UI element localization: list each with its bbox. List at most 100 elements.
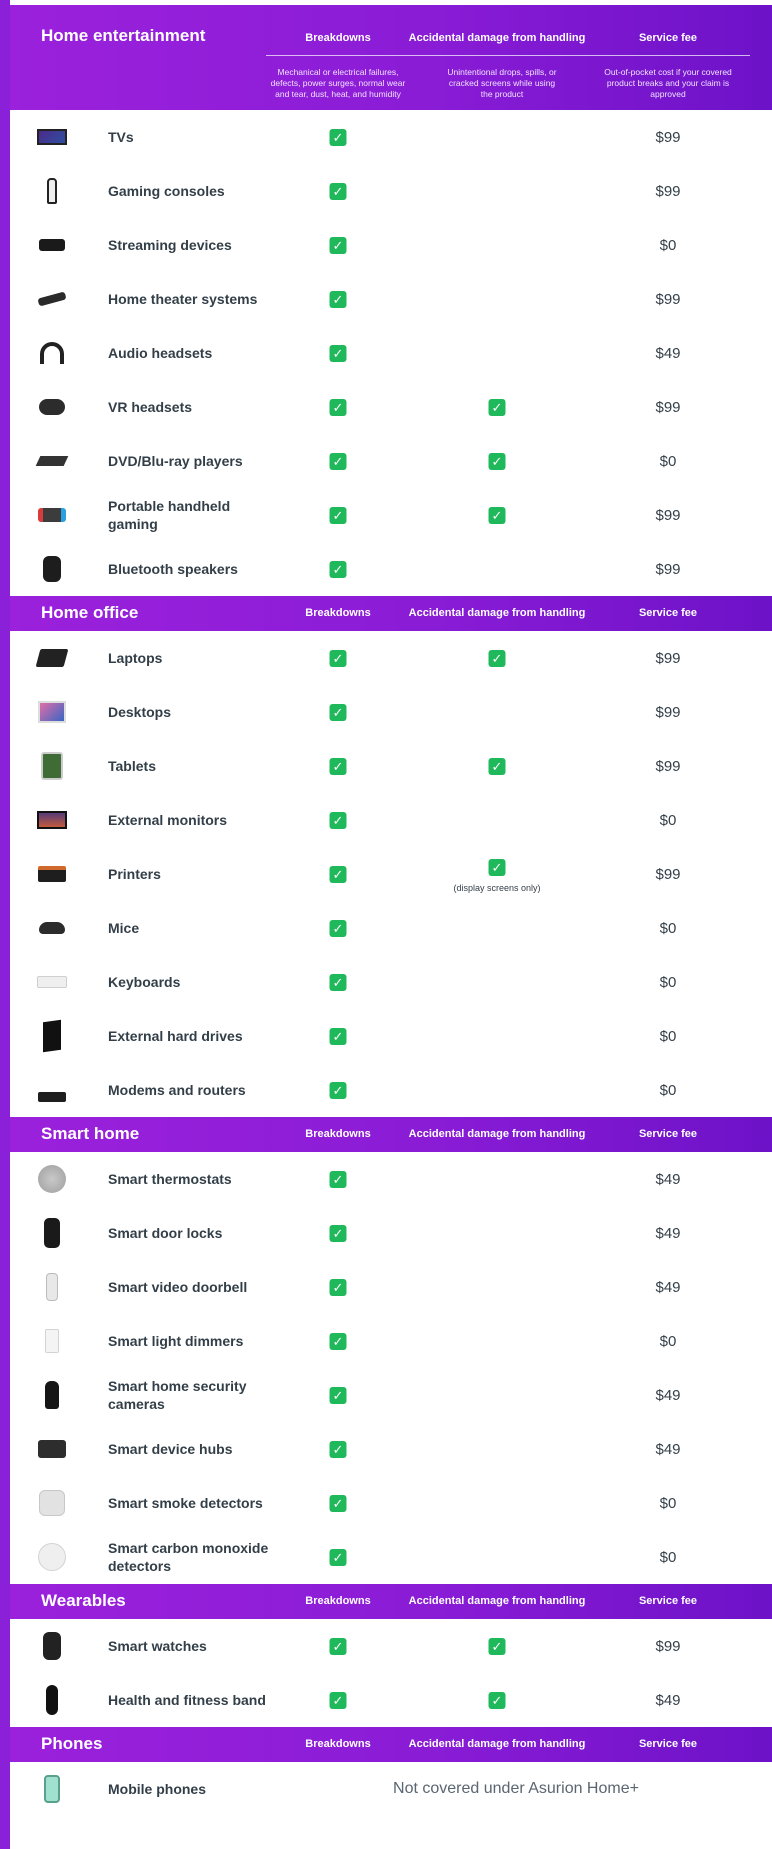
- table-row: Portable handheld gaming ✓ ✓ $99: [10, 488, 772, 542]
- service-fee: $0: [659, 919, 677, 937]
- service-fee: $49: [655, 1691, 681, 1709]
- service-fee: $99: [655, 649, 681, 667]
- table-row: Desktops ✓ $99: [10, 685, 772, 739]
- smart-hub-icon: [37, 1434, 67, 1464]
- table-row: Gaming consoles ✓ $99: [10, 164, 772, 218]
- table-row: Modems and routers ✓ $0: [10, 1063, 772, 1117]
- checkmark-icon: ✓: [329, 1171, 347, 1188]
- laptop-icon: [35, 643, 69, 673]
- product-name: Desktops: [108, 704, 172, 720]
- column-header-accidental: Accidental damage from handling: [408, 607, 586, 619]
- column-header-breakdowns: Breakdowns: [305, 1128, 371, 1140]
- column-header-fee: Service fee: [638, 1595, 698, 1607]
- device-image: [39, 399, 65, 415]
- service-fee: $99: [655, 757, 681, 775]
- checkmark-icon: ✓: [329, 291, 347, 308]
- table-row: Audio headsets ✓ $49: [10, 326, 772, 380]
- table-row: Bluetooth speakers ✓ $99: [10, 542, 772, 596]
- product-name: External monitors: [108, 812, 228, 828]
- device-image: [44, 1218, 60, 1248]
- table-row: Mice ✓ $0: [10, 901, 772, 955]
- table-row: Home theater systems ✓ $99: [10, 272, 772, 326]
- checkmark-icon: ✓: [329, 704, 347, 721]
- service-fee: $99: [655, 290, 681, 308]
- product-name: Smart device hubs: [108, 1441, 233, 1457]
- checkmark-icon: ✓: [329, 399, 347, 416]
- product-name: External hard drives: [108, 1028, 243, 1044]
- product-name: Smart smoke detectors: [108, 1495, 263, 1511]
- service-fee: $99: [655, 865, 681, 883]
- thermostat-icon: [37, 1164, 67, 1194]
- keyboard-icon: [37, 967, 67, 997]
- dimmer-icon: [37, 1326, 67, 1356]
- checkmark-icon: ✓: [329, 974, 347, 991]
- service-fee: $0: [659, 811, 677, 829]
- service-fee: $49: [655, 1440, 681, 1458]
- product-name: Home theater systems: [108, 291, 258, 307]
- description-accidental: Unintentional drops, spills, or cracked …: [447, 67, 557, 99]
- table-row: Smart video doorbell ✓ $49: [10, 1260, 772, 1314]
- table-row: Smart door locks ✓ $49: [10, 1206, 772, 1260]
- hard-drive-icon: [37, 1019, 67, 1053]
- table-row: Smart smoke detectors ✓ $0: [10, 1476, 772, 1530]
- speaker-icon: [37, 554, 67, 584]
- product-name: TVs: [108, 129, 134, 145]
- checkmark-icon: ✓: [329, 758, 347, 775]
- product-name: Smart light dimmers: [108, 1333, 244, 1349]
- smoke-detector-icon: [37, 1488, 67, 1518]
- service-fee: $0: [659, 236, 677, 254]
- co-detector-icon: [37, 1542, 67, 1572]
- service-fee: $0: [659, 452, 677, 470]
- checkmark-icon: ✓: [329, 1441, 347, 1458]
- tv-icon: [37, 122, 67, 152]
- description-fee: Out-of-pocket cost if your covered produ…: [604, 67, 732, 99]
- service-fee: $0: [659, 1548, 677, 1566]
- desktop-icon: [37, 697, 67, 727]
- column-header-breakdowns: Breakdowns: [305, 1595, 371, 1607]
- device-image: [35, 456, 69, 466]
- product-name: DVD/Blu-ray players: [108, 453, 243, 469]
- security-camera-icon: [37, 1380, 67, 1410]
- product-name: Smart video doorbell: [108, 1279, 248, 1295]
- table-row: External hard drives ✓ $0: [10, 1009, 772, 1063]
- table-row: Smart light dimmers ✓ $0: [10, 1314, 772, 1368]
- checkmark-icon: ✓: [329, 1225, 347, 1242]
- device-image: [43, 1632, 61, 1660]
- checkmark-icon: ✓: [488, 507, 506, 524]
- product-name: Gaming consoles: [108, 183, 225, 199]
- section-title: Home office: [41, 603, 139, 622]
- section-header: Home entertainment Breakdowns Accidental d…: [10, 5, 772, 110]
- section-title: Wearables: [41, 1591, 126, 1610]
- device-image: [47, 178, 57, 204]
- table-row: Smart home security cameras ✓ $49: [10, 1368, 772, 1422]
- column-header-accidental: Accidental damage from handling: [408, 1128, 586, 1140]
- section-title: Phones: [41, 1734, 103, 1753]
- description-breakdowns: Mechanical or electrical failures, defec…: [270, 67, 406, 99]
- tablet-icon: [37, 751, 67, 781]
- table-row: External monitors ✓ $0: [10, 793, 772, 847]
- service-fee: $99: [655, 506, 681, 524]
- checkmark-icon: ✓: [329, 650, 347, 667]
- table-row: Keyboards ✓ $0: [10, 955, 772, 1009]
- device-image: [38, 1543, 66, 1571]
- device-image: [43, 556, 61, 582]
- device-image: [37, 129, 67, 145]
- coverage-table: Home entertainment Breakdowns Accidental d…: [10, 5, 772, 1816]
- checkmark-icon: ✓: [329, 237, 347, 254]
- section-header: Wearables Breakdowns Accidental damage fro…: [10, 1584, 772, 1619]
- product-name: Modems and routers: [108, 1082, 246, 1098]
- checkmark-icon: ✓: [329, 129, 347, 146]
- device-image: [39, 922, 65, 934]
- service-fee: $49: [655, 1224, 681, 1242]
- product-name: Smart watches: [108, 1638, 207, 1654]
- device-image: [41, 752, 63, 780]
- service-fee: $49: [655, 1386, 681, 1404]
- header-divider: [266, 55, 750, 56]
- service-fee: $0: [659, 1027, 677, 1045]
- checkmark-icon: ✓: [329, 866, 347, 883]
- checkmark-icon: ✓: [329, 812, 347, 829]
- checkmark-icon: ✓: [329, 183, 347, 200]
- device-image: [38, 1165, 66, 1193]
- doorbell-icon: [37, 1272, 67, 1302]
- checkmark-icon: ✓: [329, 1692, 347, 1709]
